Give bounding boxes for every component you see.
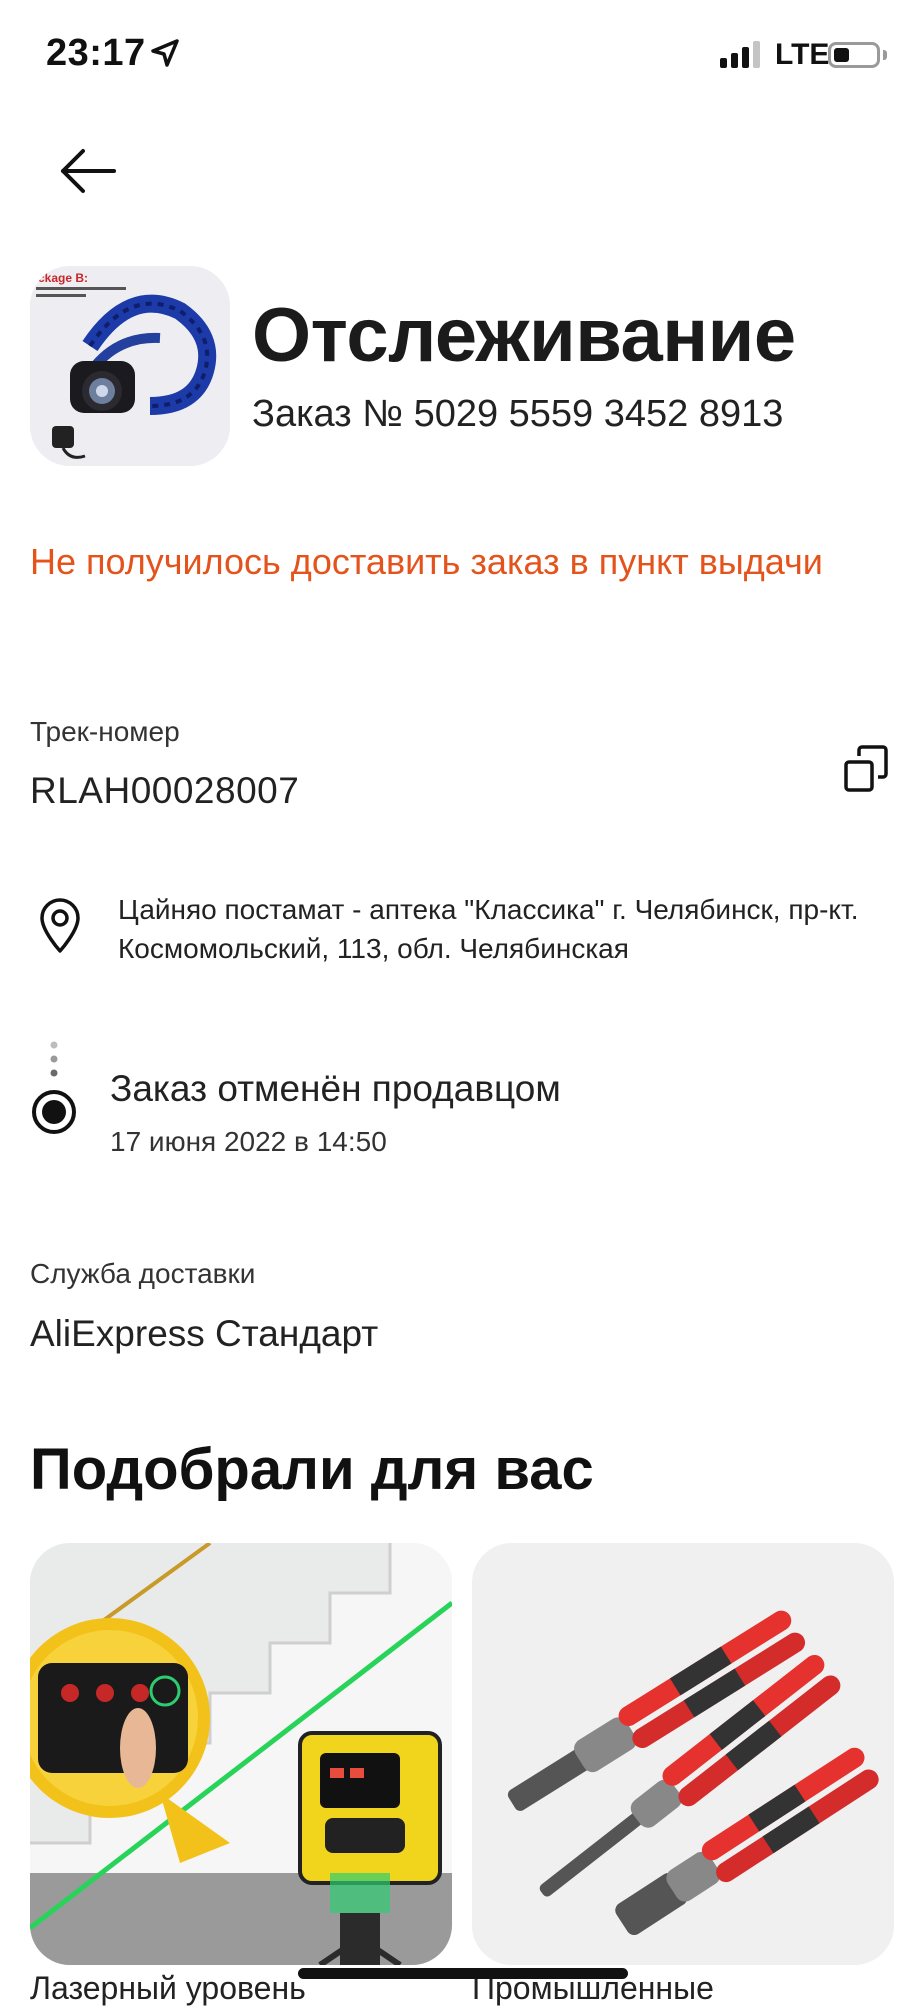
pickup-address: Цайняо постамат - аптека "Классика" г. Ч… [118, 894, 859, 964]
thumb-package-label: ckage B: [38, 271, 88, 285]
product-card-pliers[interactable] [472, 1543, 894, 1965]
battery-icon [828, 42, 880, 68]
network-type: LTE [775, 38, 830, 71]
delivery-service-value: AliExpress Стандарт [30, 1313, 379, 1354]
pliers-image [472, 1543, 894, 1965]
laser-level-image [30, 1543, 452, 1965]
map-pin-icon [38, 898, 82, 959]
arrow-left-icon [61, 149, 116, 193]
home-indicator[interactable] [298, 1968, 628, 1979]
product-card-laser-level[interactable] [30, 1543, 452, 1965]
tracking-number: RLAH00028007 [30, 770, 300, 811]
order-status-text: Заказ отменён продавцом [110, 1068, 561, 1109]
copy-icon [844, 745, 888, 792]
timeline-dots [48, 1040, 60, 1085]
order-prefix: Заказ № [252, 393, 414, 435]
battery-cap [883, 50, 887, 60]
product-thumbnail[interactable]: ckage B: [30, 266, 230, 466]
recommendations-title: Подобрали для вас [30, 1437, 594, 1502]
location-arrow-icon [150, 38, 180, 73]
status-time: 23:17 [46, 32, 146, 74]
product-card-title[interactable]: Лазерный уровень [30, 1970, 306, 2007]
delivery-failed-message: Не получилось доставить заказ в пункт вы… [30, 541, 823, 582]
order-number: Заказ № 5029 5559 3452 8913 [252, 393, 783, 436]
headlamp-image: ckage B: [30, 266, 230, 466]
page-title: Отслеживание [252, 293, 796, 378]
signal-icon [720, 40, 764, 73]
order-status-date: 17 июня 2022 в 14:50 [110, 1126, 387, 1157]
tracking-label: Трек-номер [30, 716, 180, 747]
back-button[interactable] [58, 146, 118, 196]
copy-tracking-button[interactable] [843, 744, 889, 794]
timeline-current-icon [30, 1088, 78, 1141]
order-number-value: 5029 5559 3452 8913 [413, 393, 784, 435]
delivery-service-label: Служба доставки [30, 1258, 256, 1289]
